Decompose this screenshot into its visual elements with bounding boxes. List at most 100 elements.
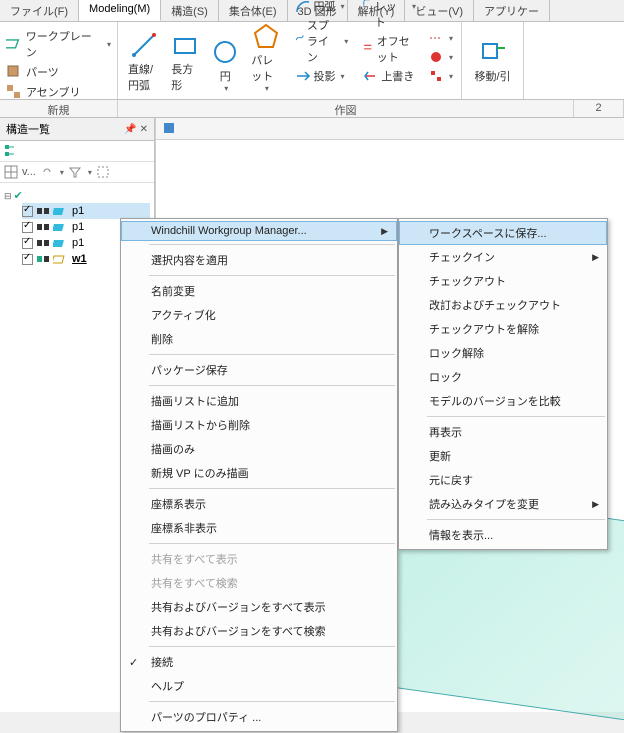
menu-new-vp[interactable]: 新規 VP にのみ描画 xyxy=(121,461,397,485)
select-icon[interactable] xyxy=(96,165,110,179)
tree-root[interactable]: ⊟ ✔ xyxy=(4,189,150,203)
menu-draw-only[interactable]: 描画のみ xyxy=(121,437,397,461)
close-icon[interactable]: ✕ xyxy=(140,124,148,135)
project-icon xyxy=(295,68,311,84)
fillet-button[interactable]: フィレット▾ xyxy=(360,0,418,31)
tree-view-icon[interactable] xyxy=(4,144,18,158)
circle-icon xyxy=(211,38,239,66)
tree-item-label: p1 xyxy=(70,237,86,249)
color-button[interactable]: ▾ xyxy=(426,48,455,66)
ribbon-group-titles: 新規 作図 2 xyxy=(0,100,624,118)
menu-separator xyxy=(149,488,395,489)
menu-revert[interactable]: 元に戻す xyxy=(399,468,607,492)
menu-separator xyxy=(149,275,395,276)
check-mark-icon: ✔ xyxy=(14,189,28,203)
menu-show-info[interactable]: 情報を表示... xyxy=(399,523,607,547)
menu-separator xyxy=(149,701,395,702)
wp-status-icon xyxy=(36,252,50,266)
chevron-down-icon: ▾ xyxy=(107,40,111,49)
menu-unlock[interactable]: ロック解除 xyxy=(399,341,607,365)
menu-wwm[interactable]: Windchill Workgroup Manager...▶ xyxy=(121,221,397,241)
part-icon xyxy=(53,236,67,250)
menu-checkin[interactable]: チェックイン▶ xyxy=(399,245,607,269)
offset-button[interactable]: オフセット xyxy=(360,32,418,66)
menu-refresh[interactable]: 更新 xyxy=(399,444,607,468)
menu-package-save[interactable]: パッケージ保存 xyxy=(121,358,397,382)
checkbox[interactable] xyxy=(22,222,33,233)
tab-modeling[interactable]: Modeling(M) xyxy=(79,0,161,21)
submenu-arrow-icon: ▶ xyxy=(592,499,599,510)
parts-label: パーツ xyxy=(26,64,59,80)
menu-save-workspace[interactable]: ワークスペースに保存... xyxy=(399,221,607,245)
menu-add-draw[interactable]: 描画リストに追加 xyxy=(121,389,397,413)
palette-button[interactable]: パレット▾ xyxy=(247,20,284,95)
menu-rename[interactable]: 名前変更 xyxy=(121,279,397,303)
menu-show-all-share: 共有をすべて表示 xyxy=(121,547,397,571)
menu-separator xyxy=(427,519,605,520)
menu-checkout[interactable]: チェックアウト xyxy=(399,269,607,293)
part-icon xyxy=(53,220,67,234)
circle-button[interactable]: 円▾ xyxy=(207,36,243,95)
menu-hide-cs[interactable]: 座標系非表示 xyxy=(121,516,397,540)
menu-apply-selection[interactable]: 選択内容を適用 xyxy=(121,248,397,272)
tab-file[interactable]: ファイル(F) xyxy=(0,0,79,21)
tab-assembly[interactable]: 集合体(E) xyxy=(219,0,288,21)
menu-lock[interactable]: ロック xyxy=(399,365,607,389)
rectangle-button[interactable]: 長方形 xyxy=(167,29,203,95)
spline-button[interactable]: スプライン▾ xyxy=(293,16,351,66)
menu-help[interactable]: ヘルプ xyxy=(121,674,397,698)
workplane-icon xyxy=(6,36,22,52)
menu-compare-ver[interactable]: モデルのバージョンを比較 xyxy=(399,389,607,413)
arc-button[interactable]: 円弧▾ xyxy=(293,0,351,15)
collapse-icon[interactable]: ⊟ xyxy=(4,191,12,202)
menu-undo-checkout[interactable]: チェックアウトを解除 xyxy=(399,317,607,341)
panel-toolbar-2: v... ▾ ▾ xyxy=(0,162,154,183)
menu-find-all-ver[interactable]: 共有およびバージョンをすべて検索 xyxy=(121,619,397,643)
pin-close: 📌 ✕ xyxy=(124,123,148,135)
panel-toolbar-1 xyxy=(0,141,154,162)
line-style-button[interactable]: ▾ xyxy=(426,29,455,47)
menu-redisplay[interactable]: 再表示 xyxy=(399,420,607,444)
line-circle-button[interactable]: 直線/円弧 xyxy=(124,29,163,95)
checkbox[interactable] xyxy=(22,206,33,217)
assembly-icon xyxy=(6,84,22,100)
overwrite-button[interactable]: 上書き xyxy=(360,67,418,85)
menu-rev-checkout[interactable]: 改訂およびチェックアウト xyxy=(399,293,607,317)
workplane-button[interactable]: ワークプレーン▾ xyxy=(6,26,111,62)
menu-delete[interactable]: 削除 xyxy=(121,327,397,351)
tree-item-label: p1 xyxy=(70,221,86,233)
tab-app[interactable]: アプリケー xyxy=(474,0,550,21)
menu-change-load[interactable]: 読み込みタイプを変更▶ xyxy=(399,492,607,516)
menu-show-all-ver[interactable]: 共有およびバージョンをすべて表示 xyxy=(121,595,397,619)
check-icon: ✓ xyxy=(129,656,138,669)
tree-item[interactable]: p1 xyxy=(22,203,150,219)
menu-show-cs[interactable]: 座標系表示 xyxy=(121,492,397,516)
parts-button[interactable]: パーツ xyxy=(6,62,111,82)
menu-del-draw[interactable]: 描画リストから削除 xyxy=(121,413,397,437)
menu-part-props[interactable]: パーツのプロパティ ... xyxy=(121,705,397,729)
pin-icon[interactable]: 📌 xyxy=(124,124,136,135)
link-status-icon xyxy=(36,204,50,218)
project-button[interactable]: 投影▾ xyxy=(293,67,351,85)
color-icon xyxy=(428,49,444,65)
checkbox[interactable] xyxy=(22,238,33,249)
tab-structure[interactable]: 構造(S) xyxy=(161,0,219,21)
panel-title: 構造一覧 xyxy=(6,121,50,137)
pattern-button[interactable]: ▾ xyxy=(426,67,455,85)
menu-activate[interactable]: アクティブ化 xyxy=(121,303,397,327)
canvas-icon[interactable] xyxy=(162,121,176,135)
view-dd[interactable]: v... xyxy=(22,166,36,178)
menu-separator xyxy=(149,543,395,544)
tree-item-label: p1 xyxy=(70,205,86,217)
link-icon[interactable] xyxy=(40,165,54,179)
group-title-new: 新規 xyxy=(0,100,118,117)
spline-icon xyxy=(295,33,304,49)
assembly-button[interactable]: アセンブリ xyxy=(6,82,111,102)
checkbox[interactable] xyxy=(22,254,33,265)
grid-icon[interactable] xyxy=(4,165,18,179)
tree-item-label: w1 xyxy=(70,253,89,265)
line-icon xyxy=(130,31,158,59)
menu-connect[interactable]: ✓接続 xyxy=(121,650,397,674)
filter-icon[interactable] xyxy=(68,165,82,179)
move-button[interactable]: 移動/引 xyxy=(470,36,514,86)
